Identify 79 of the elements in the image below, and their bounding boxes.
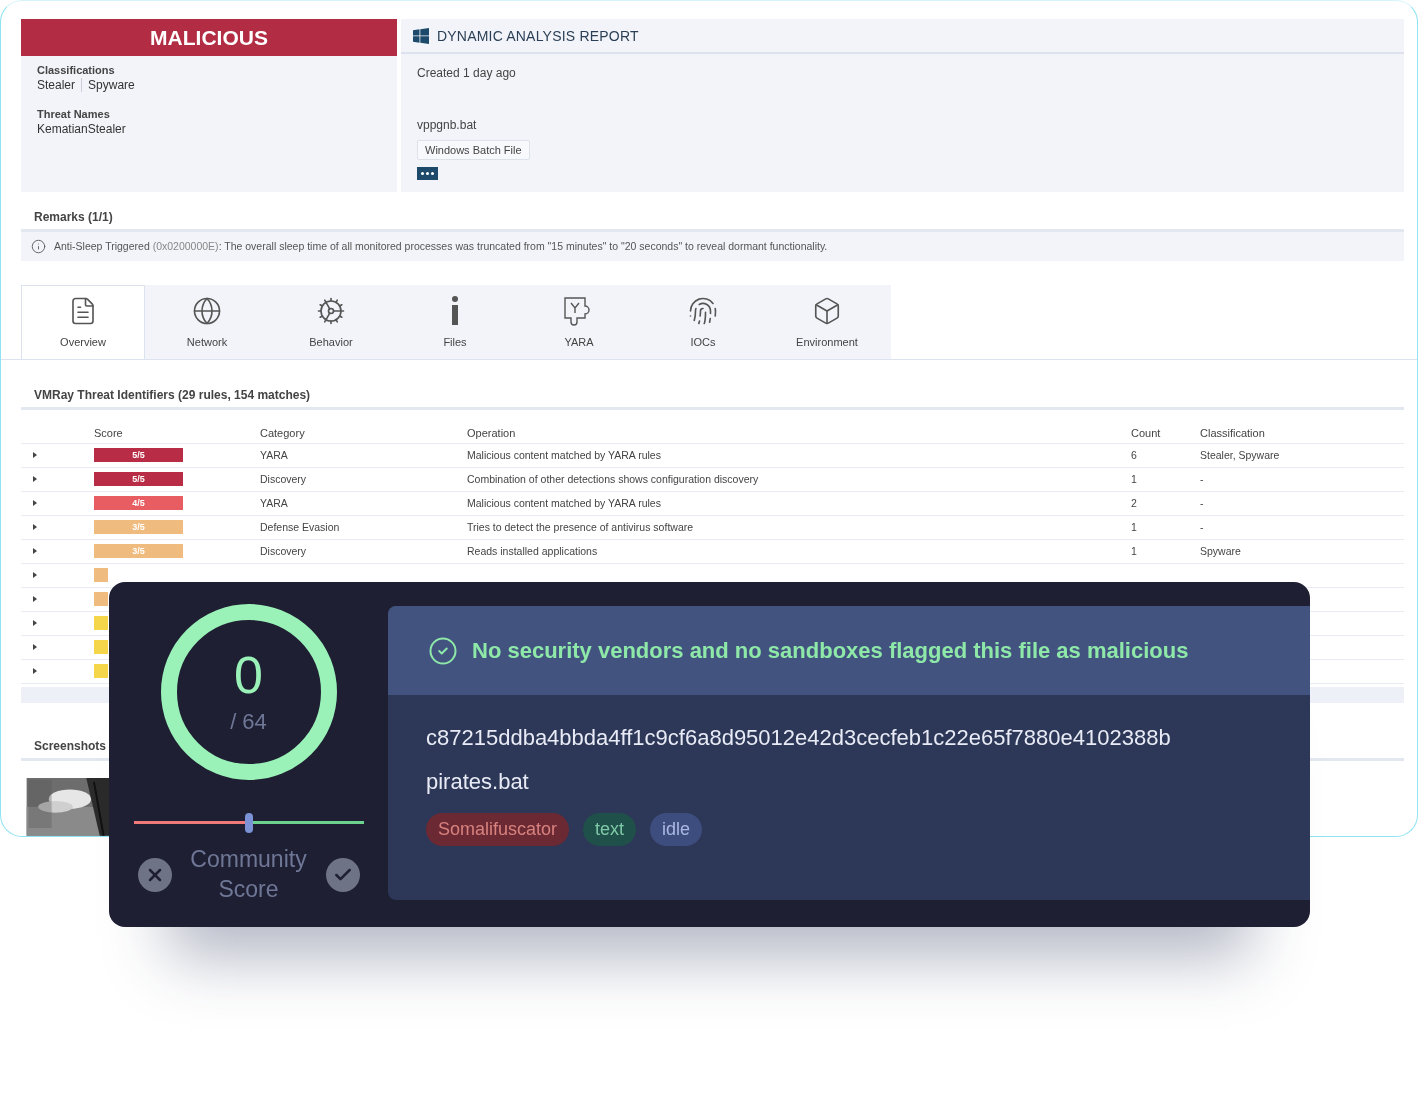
table-cell-text: Spyware xyxy=(1200,545,1242,558)
table-cell-text: Tries to detect the presence of antivirus software xyxy=(467,521,695,534)
file-type-tag: Windows Batch File xyxy=(417,140,530,160)
community-score-slider[interactable] xyxy=(133,813,364,833)
score-badge: 5/5 xyxy=(94,472,183,487)
table-cell-text: 1 xyxy=(1131,473,1138,486)
tab[interactable]: Network xyxy=(145,284,269,359)
detection-count: 0 xyxy=(234,649,263,701)
tab[interactable]: IOCs xyxy=(641,284,765,359)
file-name: vppgnb.bat xyxy=(417,118,477,132)
table-cell-text: Defense Evasion xyxy=(260,521,341,534)
table-cell-text: - xyxy=(1200,521,1205,534)
tag: text xyxy=(583,813,637,846)
column-header: Count xyxy=(1131,427,1162,440)
community-score-label: Community Score xyxy=(189,845,308,904)
expand-caret-icon[interactable] xyxy=(33,500,37,507)
tab[interactable]: Files xyxy=(393,284,517,359)
section-title: VMRay Threat Identifiers (29 rules, 154 matches) xyxy=(21,387,1404,410)
table-cell-text: - xyxy=(1200,497,1205,510)
gears-icon xyxy=(316,296,346,327)
fingerprint-icon xyxy=(688,296,718,327)
table-cell-text: 2 xyxy=(1131,497,1138,510)
column-header: Score xyxy=(94,427,124,440)
table-cell-text: YARA xyxy=(260,497,289,510)
expand-caret-icon[interactable] xyxy=(33,596,37,603)
summary-value: Stealer xyxy=(37,78,83,92)
tab[interactable]: YARA xyxy=(517,284,641,359)
tag: Somalifuscator xyxy=(426,813,570,846)
summary-label: Threat Names xyxy=(37,108,111,120)
score-badge: 3/5 xyxy=(94,520,183,535)
expand-caret-icon[interactable] xyxy=(33,644,37,651)
expand-caret-icon[interactable] xyxy=(33,548,37,555)
table-cell-text: Discovery xyxy=(260,473,308,486)
expand-caret-icon[interactable] xyxy=(33,524,37,531)
info-icon xyxy=(31,238,46,254)
info-i-icon xyxy=(450,296,460,327)
table-cell-text: Reads installed applications xyxy=(467,545,599,558)
expand-caret-icon[interactable] xyxy=(33,452,37,459)
detection-total: / 64 xyxy=(230,709,267,735)
summary-value: KematianStealer xyxy=(37,122,127,136)
more-button[interactable] xyxy=(417,167,438,180)
close-icon[interactable] xyxy=(137,857,172,892)
tab[interactable]: Overview xyxy=(21,284,145,359)
table-cell-text: Malicious content matched by YARA rules xyxy=(467,497,662,510)
column-header: Classification xyxy=(1200,427,1266,440)
table-cell-text: Discovery xyxy=(260,545,308,558)
score-badge: 3/5 xyxy=(94,544,183,559)
remark-text: Anti-Sleep Triggered (0x0200000E): The overall sleep time of all monitored processes was truncated from "15 minutes" to "20 seconds" to reveal dormant functionality. xyxy=(54,240,828,253)
check-icon[interactable] xyxy=(325,857,360,892)
table-cell-text: Malicious content matched by YARA rules xyxy=(467,449,662,462)
globe-icon xyxy=(192,296,222,327)
table-cell-text: Stealer, Spyware xyxy=(1200,449,1281,462)
table-cell-text: 1 xyxy=(1131,545,1138,558)
tab[interactable]: Behavior xyxy=(269,284,393,359)
column-header: Operation xyxy=(467,427,517,440)
expand-caret-icon[interactable] xyxy=(33,668,37,675)
report-title: DYNAMIC ANALYSIS REPORT xyxy=(437,27,639,44)
table-cell-text: YARA xyxy=(260,449,289,462)
expand-caret-icon[interactable] xyxy=(33,572,37,579)
expand-caret-icon[interactable] xyxy=(33,476,37,483)
file-name: pirates.bat xyxy=(426,769,529,795)
table-cell-text: - xyxy=(1200,473,1205,486)
summary-label: Classifications xyxy=(37,64,116,76)
summary-value: Spyware xyxy=(88,78,136,92)
status-message: No security vendors and no sandboxes flagged this file as malicious xyxy=(472,637,1189,664)
tab[interactable]: Environment xyxy=(765,284,889,359)
score-badge: 4/5 xyxy=(94,496,183,511)
column-header: Category xyxy=(260,427,306,440)
created-text: Created 1 day ago xyxy=(417,66,516,80)
table-cell-text: 1 xyxy=(1131,521,1138,534)
check-circle-icon xyxy=(428,635,458,666)
tag: idle xyxy=(650,813,703,846)
windows-logo-icon xyxy=(413,27,429,44)
verdict-banner: MALICIOUS xyxy=(21,19,397,56)
cube-icon xyxy=(812,296,842,327)
expand-caret-icon[interactable] xyxy=(33,620,37,627)
table-cell-text: 6 xyxy=(1131,449,1138,462)
table-cell-text: Combination of other detections shows configuration discovery xyxy=(467,473,760,486)
score-badge: 5/5 xyxy=(94,448,183,463)
